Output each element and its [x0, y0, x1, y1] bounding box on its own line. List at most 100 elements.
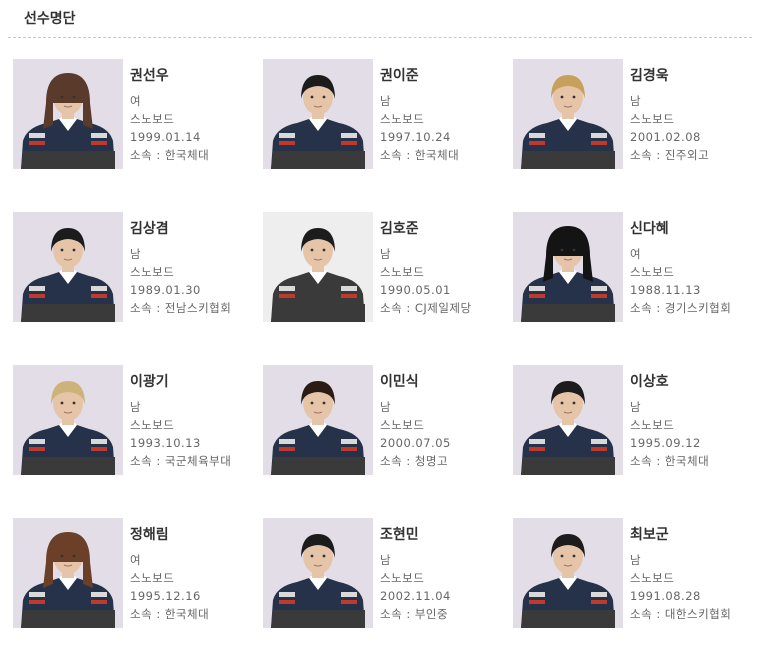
player-card[interactable]: 권선우 여 스노보드 1999.01.14 소속 : 한국체대 — [13, 59, 263, 212]
player-photo[interactable] — [513, 212, 623, 322]
player-sport: 스노보드 — [380, 112, 425, 126]
player-name[interactable]: 이민식 — [380, 371, 451, 393]
page-title: 선수명단 — [24, 11, 76, 27]
player-info: 이상호 남 스노보드 1995.09.12 소속 : 한국체대 — [630, 371, 709, 470]
player-info: 정해림 여 스노보드 1995.12.16 소속 : 한국체대 — [130, 524, 209, 623]
player-photo[interactable] — [263, 365, 373, 475]
player-birthdate: 1989.01.30 — [130, 283, 201, 297]
athlete-portrait — [271, 75, 365, 169]
player-sport: 스노보드 — [380, 418, 425, 432]
player-card[interactable]: 김호준남스노보드 1990.05.01 소속 : CJ제일제당 — [263, 212, 513, 365]
player-card[interactable]: 김경욱남스노보드 2001.02.08 소속 : 진주외고 — [513, 59, 753, 212]
athlete-portrait — [271, 228, 365, 322]
player-gender: 남 — [380, 94, 392, 108]
player-affiliation: 소속 : 청명고 — [380, 454, 449, 468]
player-sport: 스노보드 — [130, 265, 175, 279]
player-affiliation: 소속 : 전남스키협회 — [130, 301, 232, 315]
player-affiliation: 소속 : 경기스키협회 — [630, 301, 732, 315]
player-gender: 남 — [380, 247, 392, 261]
player-info: 이광기 남 스노보드 1993.10.13 소속 : 국군체육부대 — [130, 371, 231, 470]
player-info: 조현민남스노보드 2002.11.04 소속 : 부인중 — [380, 524, 451, 623]
player-name[interactable]: 신다혜 — [630, 218, 731, 240]
player-sport: 스노보드 — [630, 112, 675, 126]
player-card[interactable]: 신다혜여스노보드 1988.11.13 소속 : 경기스키협회 — [513, 212, 753, 365]
player-info: 김경욱남스노보드 2001.02.08 소속 : 진주외고 — [630, 65, 709, 164]
player-sport: 스노보드 — [130, 112, 175, 126]
player-gender: 남 — [380, 553, 392, 567]
player-gender: 여 — [130, 553, 142, 567]
player-sport: 스노보드 — [630, 418, 675, 432]
player-info: 신다혜여스노보드 1988.11.13 소속 : 경기스키협회 — [630, 218, 731, 317]
player-name[interactable]: 권이준 — [380, 65, 459, 87]
player-affiliation: 소속 : 한국체대 — [130, 607, 210, 621]
player-birthdate: 2000.07.05 — [380, 436, 451, 450]
athlete-portrait — [21, 228, 115, 322]
player-name[interactable]: 이광기 — [130, 371, 231, 393]
player-photo[interactable] — [513, 59, 623, 169]
athlete-portrait — [521, 75, 615, 169]
player-card[interactable]: 이상호 남 스노보드 1995.09.12 소속 : 한국체대 — [513, 365, 753, 518]
player-affiliation: 소속 : 한국체대 — [130, 148, 210, 162]
player-photo[interactable] — [13, 59, 123, 169]
player-birthdate: 1990.05.01 — [380, 283, 451, 297]
player-birthdate: 1991.08.28 — [630, 589, 701, 603]
player-info: 권선우 여 스노보드 1999.01.14 소속 : 한국체대 — [130, 65, 209, 164]
player-gender: 여 — [630, 247, 642, 261]
athlete-portrait — [271, 381, 365, 475]
player-card[interactable]: 조현민남스노보드 2002.11.04 소속 : 부인중 — [263, 518, 513, 671]
player-affiliation: 소속 : CJ제일제당 — [380, 301, 472, 315]
player-info: 김호준남스노보드 1990.05.01 소속 : CJ제일제당 — [380, 218, 472, 317]
player-photo[interactable] — [13, 212, 123, 322]
player-card[interactable]: 이광기 남 스노보드 1993.10.13 소속 : 국군체육부대 — [13, 365, 263, 518]
player-birthdate: 2002.11.04 — [380, 589, 451, 603]
player-sport: 스노보드 — [380, 265, 425, 279]
player-card[interactable]: 권이준 남 스노보드 1997.10.24 소속 : 한국체대 — [263, 59, 513, 212]
player-name[interactable]: 조현민 — [380, 524, 451, 546]
player-gender: 남 — [380, 400, 392, 414]
player-name[interactable]: 정해림 — [130, 524, 209, 546]
player-info: 권이준 남 스노보드 1997.10.24 소속 : 한국체대 — [380, 65, 459, 164]
player-sport: 스노보드 — [630, 571, 675, 585]
player-birthdate: 2001.02.08 — [630, 130, 701, 144]
player-photo[interactable] — [513, 518, 623, 628]
player-name[interactable]: 김상겸 — [130, 218, 231, 240]
player-sport: 스노보드 — [130, 571, 175, 585]
player-card[interactable]: 정해림 여 스노보드 1995.12.16 소속 : 한국체대 — [13, 518, 263, 671]
player-birthdate: 1988.11.13 — [630, 283, 701, 297]
player-photo[interactable] — [263, 518, 373, 628]
player-card[interactable]: 김상겸남스노보드 1989.01.30 소속 : 전남스키협회 — [13, 212, 263, 365]
player-name[interactable]: 최보군 — [630, 524, 731, 546]
player-photo[interactable] — [13, 365, 123, 475]
player-info: 김상겸남스노보드 1989.01.30 소속 : 전남스키협회 — [130, 218, 231, 317]
player-birthdate: 1993.10.13 — [130, 436, 201, 450]
player-name[interactable]: 이상호 — [630, 371, 709, 393]
player-sport: 스노보드 — [130, 418, 175, 432]
player-info: 이민식남스노보드 2000.07.05 소속 : 청명고 — [380, 371, 451, 470]
player-gender: 여 — [130, 94, 142, 108]
player-name[interactable]: 김호준 — [380, 218, 472, 240]
athlete-portrait — [521, 381, 615, 475]
player-grid: 권선우 여 스노보드 1999.01.14 소속 : 한국체대 권이준 남 스노보드 1997… — [13, 59, 753, 671]
player-photo[interactable] — [263, 212, 373, 322]
player-affiliation: 소속 : 진주외고 — [630, 148, 710, 162]
player-gender: 남 — [630, 400, 642, 414]
athlete-portrait — [21, 381, 115, 475]
player-gender: 남 — [630, 553, 642, 567]
player-affiliation: 소속 : 한국체대 — [380, 148, 460, 162]
player-gender: 남 — [130, 247, 142, 261]
player-name[interactable]: 권선우 — [130, 65, 209, 87]
player-photo[interactable] — [263, 59, 373, 169]
player-card[interactable]: 이민식남스노보드 2000.07.05 소속 : 청명고 — [263, 365, 513, 518]
player-gender: 남 — [130, 400, 142, 414]
player-photo[interactable] — [13, 518, 123, 628]
player-info: 최보군 남 스노보드 1991.08.28 소속 : 대한스키협회 — [630, 524, 731, 623]
player-name[interactable]: 김경욱 — [630, 65, 709, 87]
player-photo[interactable] — [513, 365, 623, 475]
athlete-portrait — [21, 73, 115, 169]
player-card[interactable]: 최보군 남 스노보드 1991.08.28 소속 : 대한스키협회 — [513, 518, 753, 671]
player-sport: 스노보드 — [630, 265, 675, 279]
player-affiliation: 소속 : 부인중 — [380, 607, 449, 621]
player-gender: 남 — [630, 94, 642, 108]
player-sport: 스노보드 — [380, 571, 425, 585]
title-divider — [8, 37, 752, 38]
